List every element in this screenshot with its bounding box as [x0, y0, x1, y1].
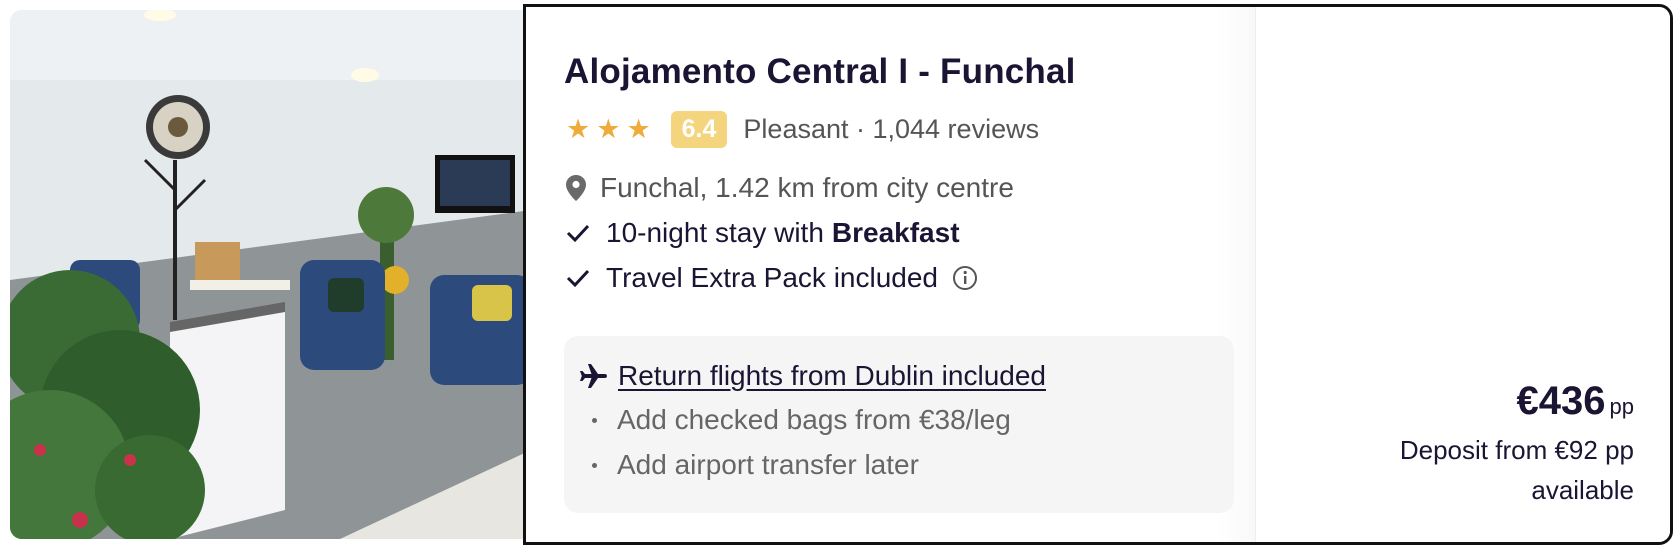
extra-pack-text: Travel Extra Pack included: [606, 262, 938, 293]
map-pin-icon: [566, 175, 586, 201]
star-icon: ★: [626, 114, 651, 144]
plane-icon: [580, 363, 608, 389]
price-unit: pp: [1609, 394, 1634, 419]
bullet-icon: [592, 462, 597, 468]
star-rating: ★ ★ ★: [566, 116, 651, 143]
board-type: Breakfast: [831, 217, 960, 248]
bags-option: Add checked bags from €38/leg: [592, 404, 1011, 436]
price-amount: €436: [1516, 379, 1606, 423]
hotel-name[interactable]: Alojamento Central I - Funchal: [564, 52, 1076, 92]
bullet-icon: [592, 417, 597, 423]
feature-board: 10-night stay with Breakfast: [566, 217, 960, 249]
location-text: Funchal, 1.42 km from city centre: [600, 172, 1014, 203]
price-block: €436 pp Deposit from €92 pp available: [1400, 379, 1634, 510]
transfer-text: Add airport transfer later: [617, 449, 919, 480]
hotel-photo[interactable]: [10, 10, 531, 539]
transfer-option: Add airport transfer later: [592, 449, 919, 481]
flights-link[interactable]: Return flights from Dublin included: [580, 360, 1046, 392]
review-summary[interactable]: Pleasant · 1,044 reviews: [743, 114, 1039, 145]
star-icon: ★: [596, 114, 621, 144]
stay-text: 10-night stay with: [606, 217, 824, 248]
feature-extra-pack: Travel Extra Pack included: [566, 262, 978, 294]
check-icon: [566, 223, 592, 243]
deposit-line-1: Deposit from €92 pp: [1399, 435, 1634, 465]
deposit-info: Deposit from €92 pp available: [1400, 430, 1634, 510]
flights-link-text[interactable]: Return flights from Dublin included: [618, 360, 1046, 392]
price-panel: €436 pp Deposit from €92 pp available: [1255, 7, 1670, 542]
flights-box: Return flights from Dublin included Add …: [564, 336, 1234, 513]
star-icon: ★: [566, 114, 591, 144]
review-score-badge: 6.4: [670, 111, 728, 148]
check-icon: [566, 268, 592, 288]
rating-row: ★ ★ ★ 6.4 Pleasant · 1,044 reviews: [566, 111, 1039, 148]
info-icon[interactable]: [952, 265, 978, 291]
hotel-result-card[interactable]: Alojamento Central I - Funchal ★ ★ ★ 6.4…: [0, 0, 1677, 554]
deposit-line-2: available: [1531, 475, 1634, 505]
hotel-details-panel: Alojamento Central I - Funchal ★ ★ ★ 6.4…: [523, 4, 1673, 545]
location-row: Funchal, 1.42 km from city centre: [566, 172, 1014, 204]
bags-text: Add checked bags from €38/leg: [617, 404, 1011, 435]
